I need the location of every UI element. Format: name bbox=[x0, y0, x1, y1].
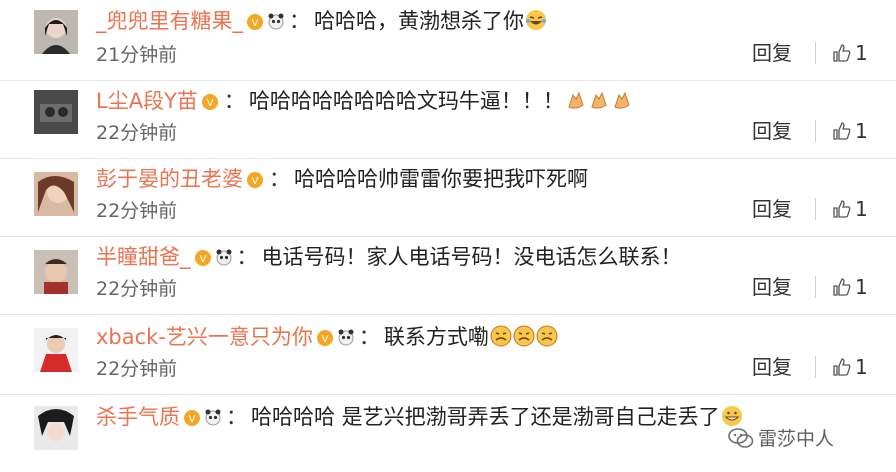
wechat-icon bbox=[728, 428, 754, 448]
panda-badge-icon bbox=[338, 329, 354, 346]
colon: ： bbox=[358, 325, 380, 349]
avatar[interactable] bbox=[34, 406, 78, 450]
svg-text:V: V bbox=[322, 334, 329, 345]
vip-badge-icon: V bbox=[184, 410, 200, 426]
reply-button[interactable]: 回复 bbox=[752, 274, 792, 300]
svg-text:V: V bbox=[206, 98, 213, 109]
comment-text: 电话号码！家人电话号码！没电话怎么联系！ bbox=[261, 245, 682, 269]
timestamp: 22分钟前 bbox=[96, 122, 178, 144]
panda-badge-icon bbox=[205, 409, 221, 426]
username[interactable]: 杀手气质 bbox=[96, 405, 180, 429]
laugh-cry-emoji-icon bbox=[526, 10, 546, 30]
like-count: 1 bbox=[855, 355, 868, 379]
comment-feed: _兜兜里有糖果_ V：哈哈哈，黄渤想杀了你 21分钟前 回复 1 L尘A段Y苗 V：… bbox=[0, 0, 896, 472]
like-button[interactable]: 1 bbox=[832, 118, 868, 144]
timestamp: 22分钟前 bbox=[96, 200, 178, 222]
clap-emoji-icon bbox=[568, 91, 584, 109]
comment-line: 半瞳甜爸_ V ：电话号码！家人电话号码！没电话怎么联系！ bbox=[96, 242, 682, 272]
like-button[interactable]: 1 bbox=[832, 40, 868, 66]
like-button[interactable]: 1 bbox=[832, 274, 868, 300]
username[interactable]: 彭于晏的丑老婆 bbox=[96, 167, 243, 191]
avatar[interactable] bbox=[34, 250, 78, 294]
watermark: 雷莎中人 bbox=[728, 424, 834, 451]
divider bbox=[815, 198, 816, 220]
comment-text: 哈哈哈哈哈哈哈哈文玛牛逼！！！ bbox=[248, 89, 564, 113]
svg-text:V: V bbox=[252, 176, 259, 187]
colon: ： bbox=[226, 405, 247, 429]
vip-badge-icon: V bbox=[247, 172, 263, 188]
reply-button[interactable]: 回复 bbox=[752, 196, 792, 222]
like-count: 1 bbox=[855, 197, 868, 221]
username[interactable]: 半瞳甜爸_ bbox=[96, 245, 191, 269]
svg-text:V: V bbox=[189, 414, 196, 425]
like-count: 1 bbox=[855, 41, 868, 65]
avatar[interactable] bbox=[34, 90, 78, 134]
comment-line: 彭于晏的丑老婆 V ：哈哈哈哈帅雷雷你要把我吓死啊 bbox=[96, 164, 588, 194]
divider bbox=[815, 356, 816, 378]
reply-button[interactable]: 回复 bbox=[752, 118, 792, 144]
timestamp: 22分钟前 bbox=[96, 278, 178, 300]
comment-item: 彭于晏的丑老婆 V ：哈哈哈哈帅雷雷你要把我吓死啊 22分钟前 回复 1 bbox=[0, 158, 896, 237]
svg-text:V: V bbox=[199, 254, 206, 265]
colon: ： bbox=[223, 89, 245, 113]
like-button[interactable]: 1 bbox=[832, 354, 868, 380]
comment-text: 联系方式嘞 bbox=[383, 325, 489, 349]
cry-emoji-icon bbox=[536, 325, 558, 347]
clap-emoji-icon bbox=[591, 91, 607, 109]
avatar[interactable] bbox=[34, 328, 78, 372]
username[interactable]: L尘A段Y苗 bbox=[96, 89, 198, 113]
divider bbox=[815, 276, 816, 298]
vip-badge-icon: V bbox=[194, 250, 211, 266]
colon: ： bbox=[236, 245, 258, 269]
clap-emoji-icon bbox=[614, 91, 630, 109]
thumbs-up-icon bbox=[833, 200, 851, 218]
panda-badge-icon bbox=[268, 13, 284, 30]
comment-line: 杀手气质 V ：哈哈哈哈 是艺兴把渤哥弄丢了还是渤哥自己走丢了 bbox=[96, 402, 743, 432]
avatar[interactable] bbox=[34, 10, 78, 54]
comment-text: 哈哈哈哈 是艺兴把渤哥弄丢了还是渤哥自己走丢了 bbox=[251, 405, 720, 429]
comment-item: _兜兜里有糖果_ V ：哈哈哈，黄渤想杀了你 21分钟前 回复 1 bbox=[0, 0, 896, 81]
thumbs-up-icon bbox=[833, 122, 851, 140]
comment-line: _兜兜里有糖果_ V ：哈哈哈，黄渤想杀了你 bbox=[96, 6, 547, 36]
like-count: 1 bbox=[855, 119, 868, 143]
svg-text:V: V bbox=[252, 18, 259, 29]
reply-button[interactable]: 回复 bbox=[752, 354, 792, 380]
reply-button[interactable]: 回复 bbox=[752, 40, 792, 66]
cry-emoji-icon bbox=[490, 325, 512, 347]
thumbs-up-icon bbox=[833, 44, 851, 62]
cry-emoji-icon bbox=[513, 325, 535, 347]
vip-badge-icon: V bbox=[316, 330, 333, 346]
comment-text: 哈哈哈，黄渤想杀了你 bbox=[314, 9, 524, 33]
username[interactable]: _兜兜里有糖果_ bbox=[96, 9, 243, 33]
thumbs-up-icon bbox=[833, 358, 851, 376]
comment-line: L尘A段Y苗 V ：哈哈哈哈哈哈哈哈文玛牛逼！！！ bbox=[96, 86, 633, 116]
comment-text: 哈哈哈哈帅雷雷你要把我吓死啊 bbox=[294, 167, 588, 191]
avatar[interactable] bbox=[34, 172, 78, 216]
timestamp: 22分钟前 bbox=[96, 358, 178, 380]
watermark-text: 雷莎中人 bbox=[758, 428, 835, 450]
vip-badge-icon: V bbox=[201, 94, 218, 110]
comment-item: xback-艺兴一意只为你 V ：联系方式嘞 22分钟前 回复 1 bbox=[0, 314, 896, 395]
comment-item: 半瞳甜爸_ V ：电话号码！家人电话号码！没电话怎么联系！ 22分钟前 回复 1 bbox=[0, 236, 896, 315]
vip-badge-icon: V bbox=[247, 14, 263, 30]
like-count: 1 bbox=[855, 275, 868, 299]
username[interactable]: xback-艺兴一意只为你 bbox=[96, 325, 313, 349]
comment-item: L尘A段Y苗 V ：哈哈哈哈哈哈哈哈文玛牛逼！！！ 22分钟前 回复 1 bbox=[0, 80, 896, 159]
timestamp: 21分钟前 bbox=[96, 44, 178, 66]
colon: ： bbox=[289, 9, 310, 33]
thumbs-up-icon bbox=[833, 278, 851, 296]
divider bbox=[815, 42, 816, 64]
divider bbox=[815, 120, 816, 142]
comment-line: xback-艺兴一意只为你 V ：联系方式嘞 bbox=[96, 322, 558, 352]
colon: ： bbox=[269, 167, 290, 191]
panda-badge-icon bbox=[216, 249, 231, 266]
like-button[interactable]: 1 bbox=[832, 196, 868, 222]
